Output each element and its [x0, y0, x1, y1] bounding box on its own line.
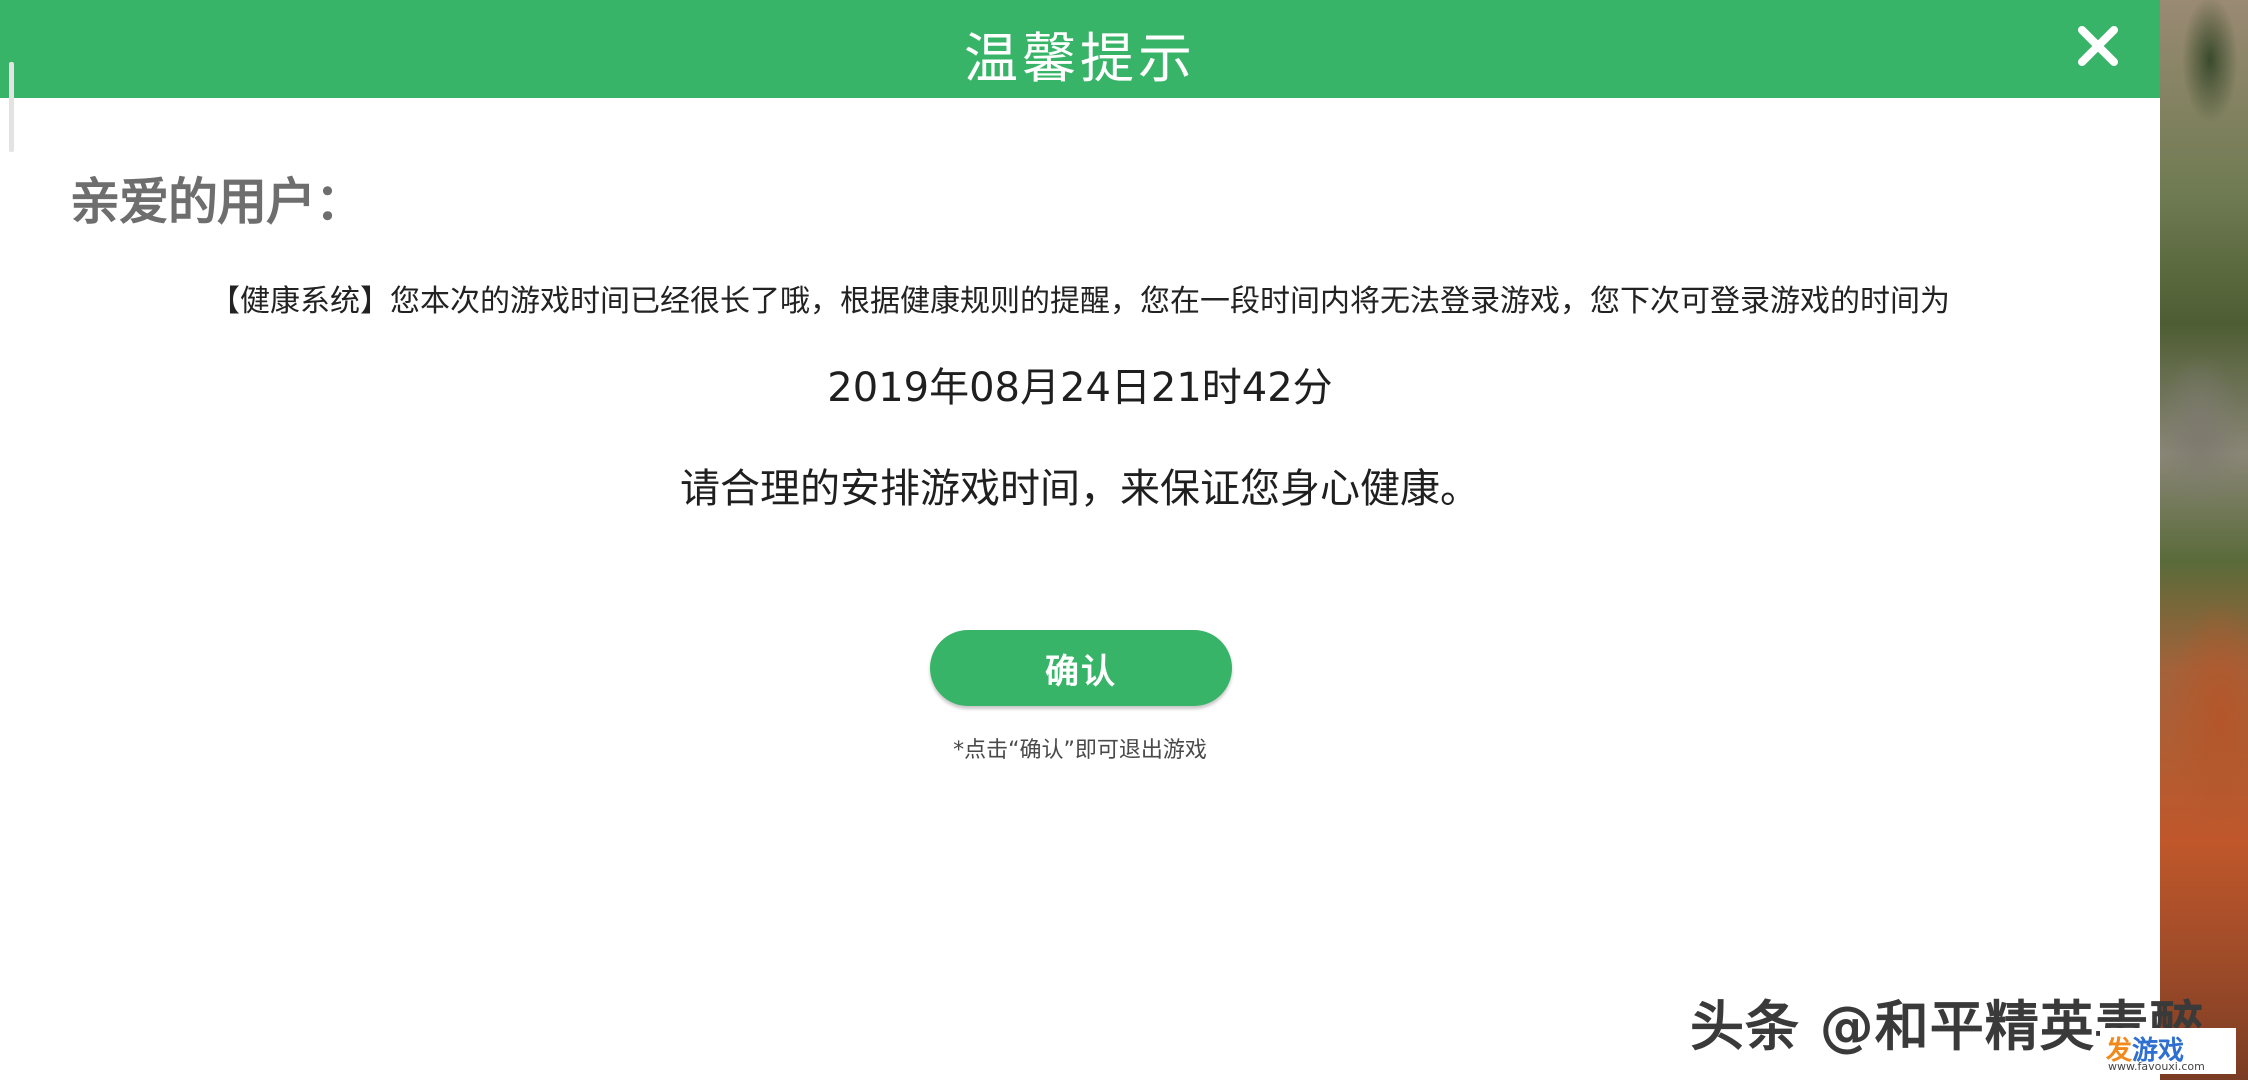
- health-message: 【健康系统】您本次的游戏时间已经很长了哦，根据健康规则的提醒，您在一段时间内将无…: [210, 284, 1950, 319]
- close-icon: [2078, 26, 2118, 66]
- site-logo: 发游戏 www.favouxi.com: [2100, 1028, 2236, 1074]
- game-background: [2160, 0, 2248, 1080]
- advice-text: 请合理的安排游戏时间，来保证您身心健康。: [680, 466, 1480, 512]
- scroll-indicator: [9, 62, 14, 152]
- close-button[interactable]: [2070, 18, 2126, 74]
- greeting: 亲爱的用户：: [70, 173, 365, 231]
- next-login-time: 2019年08月24日21时42分: [827, 365, 1333, 411]
- confirm-button[interactable]: 确认: [930, 630, 1232, 706]
- dialog-title: 温馨提示: [964, 27, 1196, 90]
- confirm-hint: *点击“确认”即可退出游戏: [953, 738, 1207, 763]
- dialog-header: 温馨提示: [0, 0, 2160, 98]
- site-logo-domain: www.favouxi.com: [2108, 1060, 2205, 1073]
